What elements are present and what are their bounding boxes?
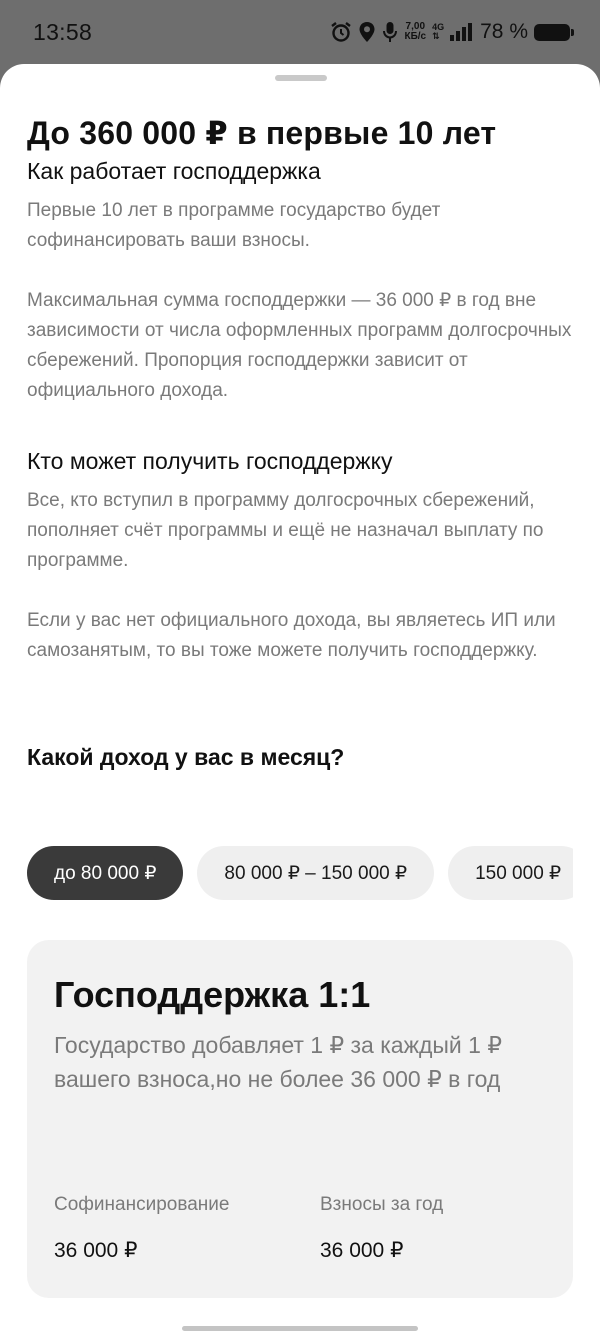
network-type: 4G ⇅ [432,23,444,41]
contributions-value: 36 000 ₽ [320,1239,404,1262]
status-icons: 7,00 КБ/с 4G ⇅ 78 % [330,18,574,46]
how-it-works-paragraph-2: Максимальная сумма господдержки — 36 000… [27,290,572,401]
network-speed-unit: КБ/с [404,31,427,42]
income-option-150000-plus[interactable]: 150 000 ₽ [448,846,573,900]
battery-icon [534,23,574,41]
location-icon [358,21,376,43]
alarm-icon [330,21,352,43]
status-bar: 13:58 7,00 КБ/с 4G ⇅ 78 % [0,0,600,64]
cofinancing-value: 36 000 ₽ [54,1239,138,1262]
status-time: 13:58 [33,19,93,45]
drag-handle[interactable] [275,75,327,81]
income-option-up-to-80000[interactable]: до 80 000 ₽ [27,846,184,900]
cofinancing-label: Софинансирование [54,1194,230,1215]
bottom-sheet: До 360 000 ₽ в первые 10 лет Как работае… [0,64,600,1332]
income-options: до 80 000 ₽ 80 000 ₽ – 150 000 ₽ 150 000… [27,846,573,900]
sheet-title: До 360 000 ₽ в первые 10 лет [27,115,497,151]
card-title: Господдержка 1:1 [54,974,371,1015]
income-option-80000-150000[interactable]: 80 000 ₽ – 150 000 ₽ [197,846,435,900]
how-it-works-heading: Как работает господдержка [27,158,321,184]
who-can-get-paragraph-2: Если у вас нет официального дохода, вы я… [27,610,556,661]
signal-icon [450,23,473,41]
mic-icon [382,21,398,43]
card-description: Государство добавляет 1 ₽ за каждый 1 ₽ … [54,1032,502,1092]
home-indicator[interactable] [182,1326,418,1331]
data-arrows-icon: ⇅ [432,31,440,41]
contributions-label: Взносы за год [320,1194,444,1215]
who-can-get-paragraph-1: Все, кто вступил в программу долгосрочны… [27,490,544,571]
how-it-works-paragraph-1: Первые 10 лет в программе государство бу… [27,200,441,251]
income-question: Какой доход у вас в месяц? [27,744,345,770]
battery-percent: 78 % [480,20,528,43]
support-info-card: Господдержка 1:1 Государство добавляет 1… [27,940,573,1298]
network-speed: 7,00 КБ/с [404,22,426,42]
who-can-get-heading: Кто может получить господдержку [27,448,393,474]
